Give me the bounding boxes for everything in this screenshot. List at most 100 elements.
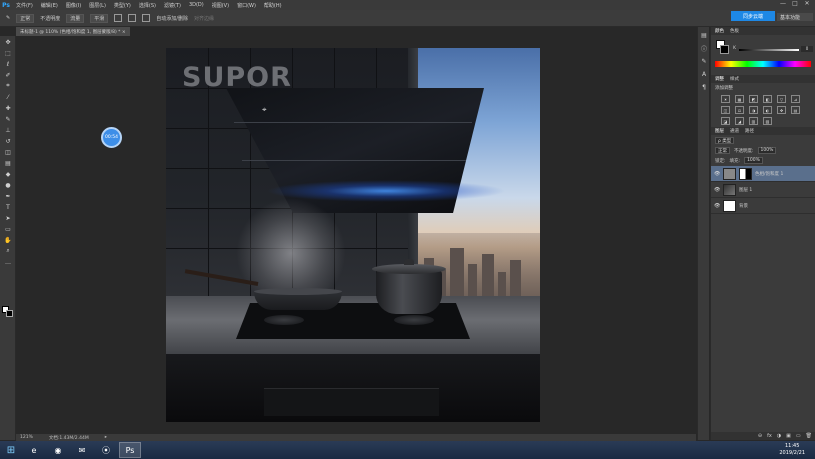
layer-row[interactable]: 👁 色相/饱和度 1 — [711, 166, 815, 182]
new-layer-icon[interactable]: ▭ — [796, 433, 801, 439]
tool-preset-picker[interactable]: ✎ — [6, 15, 10, 21]
blur-tool-icon[interactable]: ◆ — [2, 169, 14, 179]
levels-icon[interactable]: ▦ — [735, 95, 744, 103]
eye-icon[interactable]: 👁 — [714, 187, 720, 193]
fx-icon[interactable]: fx — [767, 433, 772, 439]
selective-color-icon[interactable]: ▥ — [749, 117, 758, 125]
dodge-tool-icon[interactable]: ● — [2, 180, 14, 190]
trash-icon[interactable]: 🗑 — [806, 433, 812, 439]
lasso-tool-icon[interactable]: ℓ — [2, 59, 14, 69]
cloud-sync-button[interactable]: 同步云端 — [731, 11, 775, 21]
photo-filter-icon[interactable]: ◑ — [749, 106, 758, 114]
gradient-tool-icon[interactable]: ▤ — [2, 158, 14, 168]
tab-channels[interactable]: 通道 — [730, 128, 739, 134]
menu-3d[interactable]: 3D(D) — [185, 2, 208, 8]
zoom-tool-icon[interactable]: ⌕ — [2, 246, 14, 256]
history-brush-tool-icon[interactable]: ↺ — [2, 136, 14, 146]
healing-tool-icon[interactable]: ✚ — [2, 103, 14, 113]
eye-icon[interactable]: 👁 — [714, 203, 720, 209]
path-ops-icon[interactable] — [114, 14, 123, 22]
brush-tool-icon[interactable]: ✎ — [2, 114, 14, 124]
menu-view[interactable]: 视图(V) — [208, 2, 233, 9]
layer-mask-thumbnail[interactable] — [739, 167, 752, 180]
hue-saturation-icon[interactable]: ⊿ — [791, 95, 800, 103]
clock[interactable]: 11:45 2019/2/21 — [779, 443, 805, 457]
channel-mixer-icon[interactable]: ◐ — [763, 106, 772, 114]
shape-tool-icon[interactable]: ▭ — [2, 224, 14, 234]
curves-icon[interactable]: ◩ — [749, 95, 758, 103]
color-lookup-icon[interactable]: ❖ — [777, 106, 786, 114]
menu-filter[interactable]: 滤镜(T) — [160, 2, 185, 9]
eraser-tool-icon[interactable]: ◫ — [2, 147, 14, 157]
k-slider[interactable] — [739, 49, 799, 51]
brush-panel-icon[interactable]: ✎ — [698, 56, 710, 66]
layer-row[interactable]: 👁 图层 1 — [711, 182, 815, 198]
properties-panel-icon[interactable]: ⓘ — [698, 43, 710, 53]
menu-type[interactable]: 类型(Y) — [110, 2, 135, 9]
smoothing-dropdown[interactable]: 平滑 — [90, 13, 109, 23]
character-panel-icon[interactable]: A — [698, 69, 710, 79]
pen-tool-icon[interactable]: ✒ — [2, 191, 14, 201]
menu-file[interactable]: 文件(F) — [12, 2, 37, 9]
blend-mode-dropdown[interactable]: 正常 — [715, 147, 730, 154]
status-menu-arrow[interactable]: ▸ — [105, 435, 107, 440]
document-canvas[interactable]: SUPOR — [166, 48, 540, 422]
type-tool-icon[interactable]: T — [2, 202, 14, 212]
fill-field[interactable]: 100% — [744, 157, 763, 164]
eye-icon[interactable]: 👁 — [714, 171, 720, 177]
crop-tool-icon[interactable]: ⌗ — [2, 81, 14, 91]
layer-filter-dropdown[interactable]: ρ 类型 — [715, 137, 735, 144]
more-tools-icon[interactable]: … — [2, 257, 14, 267]
history-panel-icon[interactable]: ▤ — [698, 30, 710, 40]
photoshop-taskbar-icon[interactable]: Ps — [119, 442, 141, 458]
color-spectrum-bar[interactable] — [715, 61, 811, 67]
layer-row[interactable]: 👁 背景 — [711, 198, 815, 214]
media-app-icon[interactable]: ⦿ — [95, 442, 117, 458]
quick-select-tool-icon[interactable]: ✐ — [2, 70, 14, 80]
tab-layers[interactable]: 图层 — [715, 128, 724, 134]
menu-image[interactable]: 图像(I) — [62, 2, 85, 9]
link-layers-icon[interactable]: ⊖ — [758, 433, 762, 439]
brightness-icon[interactable]: ☀ — [721, 95, 730, 103]
menu-help[interactable]: 帮助(H) — [260, 2, 286, 9]
chrome-icon[interactable]: ◉ — [47, 442, 69, 458]
start-button[interactable]: ⊞ — [0, 441, 22, 459]
menu-edit[interactable]: 编辑(E) — [37, 2, 62, 9]
auto-add-delete-checkbox[interactable]: 自动添加/删除 — [156, 15, 188, 22]
layer-opacity-field[interactable]: 100% — [757, 147, 777, 154]
threshold-icon[interactable]: ◢ — [735, 117, 744, 125]
tab-color[interactable]: 颜色 — [715, 28, 724, 34]
minimize-button[interactable]: — — [777, 0, 789, 9]
gear-icon[interactable] — [142, 14, 151, 22]
vibrance-icon[interactable]: ▽ — [777, 95, 786, 103]
close-button[interactable]: ✕ — [801, 0, 813, 9]
invert-icon[interactable]: ▤ — [791, 106, 800, 114]
workspace-dropdown[interactable]: 基本功能 — [777, 13, 813, 21]
document-tab[interactable]: 未标题-1 @ 110% (色相/饱和度 1, 图层蒙版/8) * × — [16, 27, 130, 36]
flow-dropdown[interactable]: 流量 — [66, 13, 85, 23]
menu-layer[interactable]: 图层(L) — [85, 2, 110, 9]
menu-window[interactable]: 窗口(W) — [233, 2, 260, 9]
background-color-swatch[interactable] — [6, 310, 13, 317]
background-color-chip[interactable] — [720, 45, 729, 54]
tab-adjustments[interactable]: 调整 — [715, 76, 724, 82]
move-tool-icon[interactable]: ✥ — [2, 37, 14, 47]
tab-styles[interactable]: 样式 — [730, 76, 739, 82]
tab-paths[interactable]: 路径 — [745, 128, 754, 134]
marquee-tool-icon[interactable]: ⬚ — [2, 48, 14, 58]
eyedropper-tool-icon[interactable]: ⁄ — [2, 92, 14, 102]
posterize-icon[interactable]: ◪ — [721, 117, 730, 125]
hand-tool-icon[interactable]: ✋ — [2, 235, 14, 245]
maximize-button[interactable]: □ — [789, 0, 801, 9]
gradient-map-icon[interactable]: ▨ — [763, 117, 772, 125]
k-value-field[interactable]: 0 — [801, 46, 813, 52]
new-group-icon[interactable]: ▣ — [786, 433, 791, 439]
black-white-icon[interactable]: ⚖ — [735, 106, 744, 114]
mail-icon[interactable]: ✉ — [71, 442, 93, 458]
new-adjustment-icon[interactable]: ◑ — [777, 433, 781, 439]
zoom-level[interactable]: 121% — [20, 435, 33, 440]
path-select-tool-icon[interactable]: ➤ — [2, 213, 14, 223]
exposure-icon[interactable]: ◧ — [763, 95, 772, 103]
align-edges-checkbox[interactable]: 对齐边缘 — [194, 15, 214, 22]
stamp-tool-icon[interactable]: ⊥ — [2, 125, 14, 135]
